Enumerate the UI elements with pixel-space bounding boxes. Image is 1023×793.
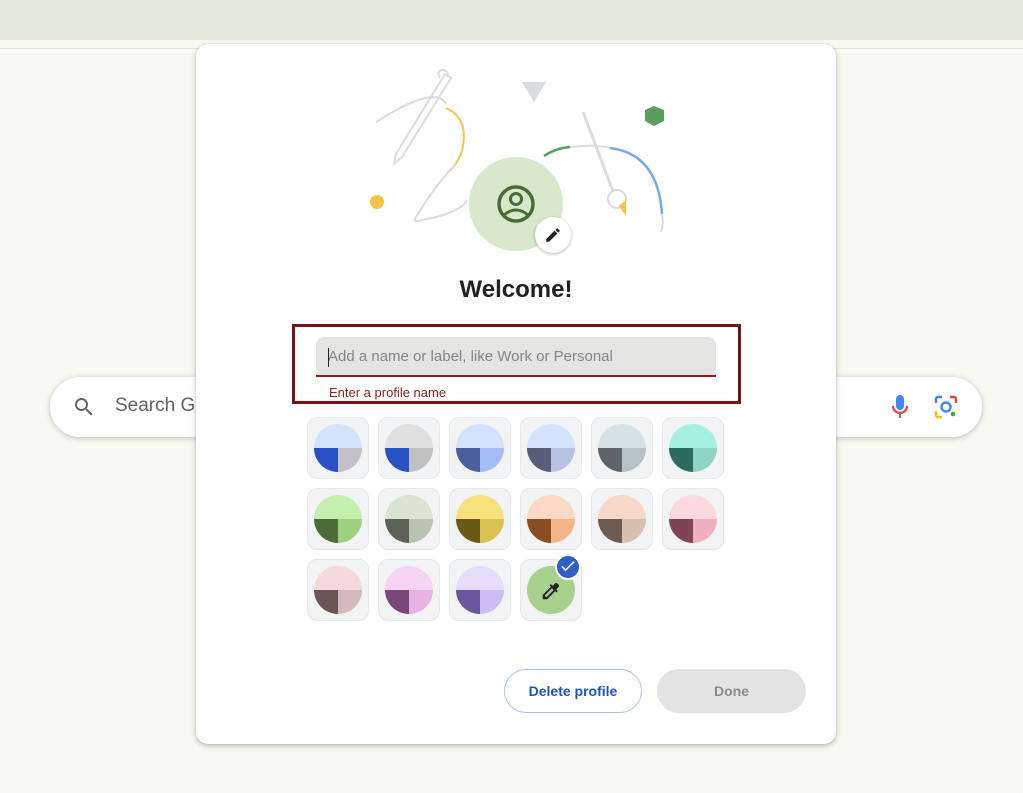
theme-swatch-cool-grey[interactable] [591,417,653,479]
theme-swatch-sage[interactable] [378,488,440,550]
theme-swatch-green[interactable] [307,488,369,550]
theme-swatch-orchid[interactable] [378,559,440,621]
theme-swatch-circle [385,566,433,614]
browser-top-bar [0,0,1023,40]
edit-avatar-button[interactable] [535,217,571,253]
theme-swatch-circle [598,424,646,472]
selected-check-badge [555,554,581,580]
pencil-icon [546,228,560,242]
theme-swatch-circle [385,495,433,543]
theme-swatch-lavender[interactable] [449,559,511,621]
theme-swatch-circle [314,566,362,614]
theme-swatch-circle [527,424,575,472]
theme-swatch-peach[interactable] [520,488,582,550]
custom-color-picker[interactable] [520,554,582,621]
error-message: Enter a profile name [329,385,447,400]
theme-swatch-slate[interactable] [520,417,582,479]
theme-swatch-circle [314,424,362,472]
theme-swatch-blue[interactable] [307,417,369,479]
search-icon [75,398,93,416]
profile-name-input[interactable] [316,337,716,377]
theme-swatch-rose[interactable] [662,488,724,550]
theme-swatch-periwinkle[interactable] [449,417,511,479]
theme-swatch-circle [456,566,504,614]
theme-swatch-yellow[interactable] [449,488,511,550]
theme-swatch-circle [456,424,504,472]
profile-dialog: Welcome! Enter a profile name Delete pro… [196,44,836,744]
theme-swatch-circle [527,495,575,543]
delete-profile-button[interactable]: Delete profile [504,669,642,713]
theme-swatch-grey-blue[interactable] [378,417,440,479]
theme-swatch-circle [456,495,504,543]
check-icon [561,561,575,572]
theme-swatch-aqua[interactable] [662,417,724,479]
mic-icon[interactable] [888,393,912,421]
theme-swatch-taupe[interactable] [591,488,653,550]
done-button[interactable]: Done [657,669,806,713]
theme-swatch-circle [385,424,433,472]
text-caret [328,348,329,367]
lens-icon[interactable] [933,394,959,420]
search-placeholder: Search G [115,395,196,416]
theme-swatch-circle [314,495,362,543]
welcome-illustration [370,68,664,253]
theme-swatch-blush[interactable] [307,559,369,621]
theme-swatch-circle [669,495,717,543]
theme-swatch-circle [598,495,646,543]
eyedropper-icon [542,582,560,600]
page-title: Welcome! [459,276,573,303]
theme-swatch-circle [669,424,717,472]
